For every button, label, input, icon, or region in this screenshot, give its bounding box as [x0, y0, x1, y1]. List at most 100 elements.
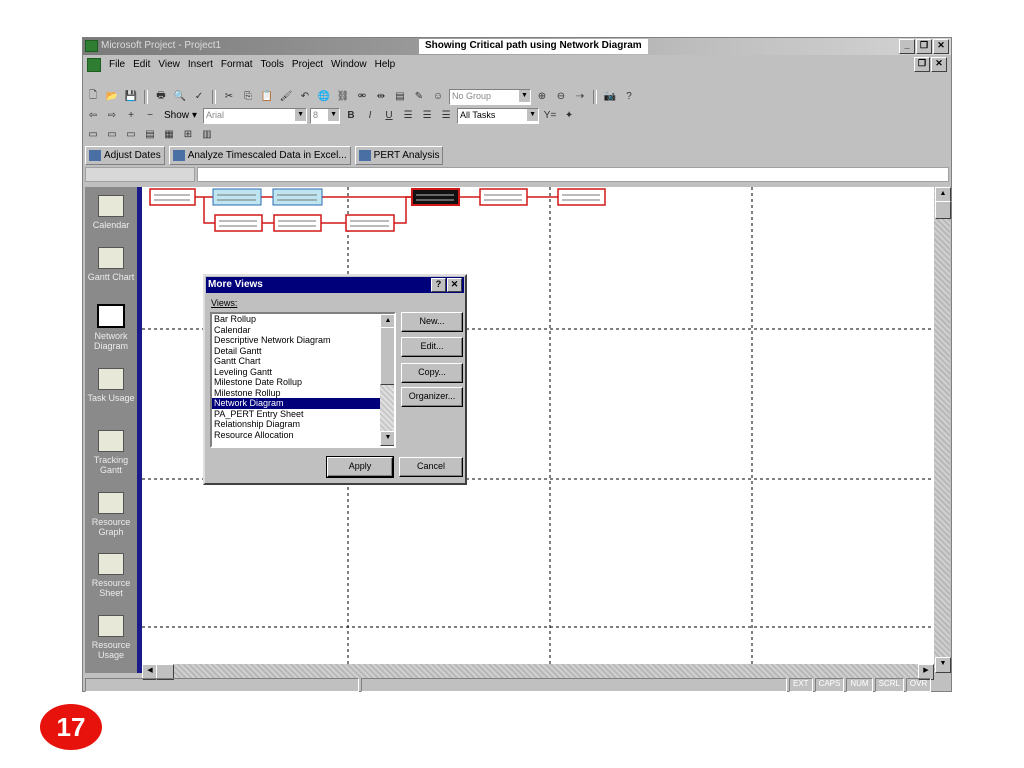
view-resource-graph[interactable]: Resource Graph	[85, 492, 137, 537]
menu-format[interactable]: Format	[221, 59, 253, 70]
bold-icon[interactable]: B	[343, 108, 359, 123]
task-node[interactable]	[479, 188, 528, 206]
task-node[interactable]	[212, 188, 262, 206]
view-list-item[interactable]: Milestone Rollup	[212, 388, 394, 399]
menu-file[interactable]: File	[109, 59, 125, 70]
hide-fields-icon[interactable]: ▭	[104, 127, 120, 142]
layout-icon[interactable]: ▭	[85, 127, 101, 142]
filter-combo[interactable]: All Tasks ▼	[457, 107, 540, 124]
view-list-item[interactable]: Leveling Gantt	[212, 367, 394, 378]
menu-tools[interactable]: Tools	[261, 59, 284, 70]
entry-input[interactable]	[197, 167, 949, 182]
zoom-in-icon[interactable]: ⊕	[534, 89, 550, 104]
view-tracking-gantt[interactable]: Tracking Gantt	[85, 430, 137, 475]
align-right-icon[interactable]: ☰	[438, 108, 454, 123]
view-list-item[interactable]: Milestone Date Rollup	[212, 377, 394, 388]
scroll-thumb[interactable]	[380, 327, 394, 385]
view-list-item[interactable]: Bar Rollup	[212, 314, 394, 325]
menu-edit[interactable]: Edit	[133, 59, 150, 70]
show-links-icon[interactable]: ▤	[142, 127, 158, 142]
font-combo[interactable]: Arial ▼	[203, 107, 308, 124]
pert-analysis-button[interactable]: PERT Analysis	[354, 145, 444, 165]
vertical-scrollbar[interactable]: ▲ ▼	[934, 187, 951, 673]
view-list-item[interactable]: Relationship Diagram	[212, 419, 394, 430]
group-combo[interactable]: No Group ▼	[449, 88, 531, 105]
view-list-item[interactable]: Gantt Chart	[212, 356, 394, 367]
view-task-usage[interactable]: Task Usage	[85, 368, 137, 403]
task-info-icon[interactable]: ▤	[392, 89, 408, 104]
task-node[interactable]	[214, 214, 263, 232]
hyperlink-icon[interactable]: 🌐	[316, 89, 332, 104]
undo-icon[interactable]: ↶	[297, 89, 313, 104]
doc-close-icon[interactable]: ✕	[931, 57, 947, 72]
font-size-combo[interactable]: 8 ▼	[310, 107, 341, 124]
view-list-item[interactable]: Calendar	[212, 325, 394, 336]
gantt-wizard-icon[interactable]: ✦	[561, 108, 577, 123]
task-node[interactable]	[149, 188, 196, 206]
unlink-tasks-icon[interactable]: ⚮	[354, 89, 370, 104]
task-node[interactable]	[272, 188, 323, 206]
link-labels-icon[interactable]: ▦	[161, 127, 177, 142]
menu-project[interactable]: Project	[292, 59, 323, 70]
cancel-button[interactable]: Cancel	[399, 457, 463, 477]
menu-window[interactable]: Window	[331, 59, 367, 70]
notes-icon[interactable]: ✎	[411, 89, 427, 104]
copy-icon[interactable]: ⎘	[240, 89, 256, 104]
italic-icon[interactable]: I	[362, 108, 378, 123]
minimize-icon[interactable]: _	[899, 39, 915, 54]
open-icon[interactable]: 📂	[104, 89, 120, 104]
summary-icon[interactable]: ⊞	[180, 127, 196, 142]
view-resource-sheet[interactable]: Resource Sheet	[85, 553, 137, 598]
underline-icon[interactable]: U	[381, 108, 397, 123]
link-tasks-icon[interactable]: ⛓	[335, 89, 351, 104]
format-painter-icon[interactable]: 🖌	[278, 89, 294, 104]
new-view-button[interactable]: New...	[401, 312, 463, 332]
scroll-down-icon[interactable]: ▼	[380, 431, 394, 446]
paste-icon[interactable]: 📋	[259, 89, 275, 104]
view-gantt-chart[interactable]: Gantt Chart	[85, 247, 137, 282]
arrow-right-icon[interactable]: ⇨	[104, 108, 120, 123]
help-icon[interactable]: ?	[621, 89, 637, 104]
edit-view-button[interactable]: Edit...	[401, 337, 463, 357]
align-left-icon[interactable]: ☰	[400, 108, 416, 123]
split-task-icon[interactable]: ⇹	[373, 89, 389, 104]
scroll-down-icon[interactable]: ▼	[935, 657, 951, 673]
doc-restore-icon[interactable]: ❐	[914, 57, 930, 72]
document-icon[interactable]	[87, 57, 101, 72]
title-bar[interactable]: Microsoft Project - Project1 Showing Cri…	[83, 38, 951, 55]
view-list-item[interactable]: Network Diagram	[212, 398, 394, 409]
restore-icon[interactable]: ❐	[916, 39, 932, 54]
copy-view-button[interactable]: Copy...	[401, 363, 463, 383]
selected-task-node[interactable]	[411, 188, 460, 206]
new-icon[interactable]: 🗋	[85, 89, 101, 104]
view-list-item[interactable]: Resource Allocation	[212, 430, 394, 441]
task-node[interactable]	[345, 214, 395, 232]
view-list-item[interactable]: Detail Gantt	[212, 346, 394, 357]
analyze-excel-button[interactable]: Analyze Timescaled Data in Excel...	[168, 145, 351, 165]
align-center-icon[interactable]: ☰	[419, 108, 435, 123]
dialog-title-bar[interactable]: More Views ? ✕	[206, 277, 464, 293]
horizontal-scrollbar[interactable]: ◀ ▶	[142, 664, 934, 680]
view-calendar[interactable]: Calendar	[85, 195, 137, 230]
view-list-item[interactable]: Descriptive Network Diagram	[212, 335, 394, 346]
adjust-dates-button[interactable]: Adjust Dates	[85, 145, 165, 165]
save-icon[interactable]: 💾	[123, 89, 139, 104]
close-icon[interactable]: ✕	[447, 278, 462, 292]
close-icon[interactable]: ✕	[933, 39, 949, 54]
organizer-button[interactable]: Organizer...	[401, 387, 463, 407]
align-boxes-icon[interactable]: ▭	[123, 127, 139, 142]
zoom-out-icon[interactable]: ⊖	[553, 89, 569, 104]
minus-icon[interactable]: −	[142, 108, 158, 123]
menu-help[interactable]: Help	[375, 59, 396, 70]
view-list-item[interactable]: PA_PERT Entry Sheet	[212, 409, 394, 420]
print-icon[interactable]: 🖶	[153, 89, 169, 104]
cut-icon[interactable]: ✂	[221, 89, 237, 104]
scroll-thumb[interactable]	[935, 201, 951, 219]
goto-task-icon[interactable]: ⇢	[572, 89, 588, 104]
apply-button[interactable]: Apply	[326, 456, 394, 478]
task-node[interactable]	[557, 188, 606, 206]
menu-view[interactable]: View	[158, 59, 180, 70]
show-button[interactable]: Show ▾	[161, 107, 200, 124]
view-resource-usage[interactable]: Resource Usage	[85, 615, 137, 660]
copy-picture-icon[interactable]: 📷	[602, 89, 618, 104]
